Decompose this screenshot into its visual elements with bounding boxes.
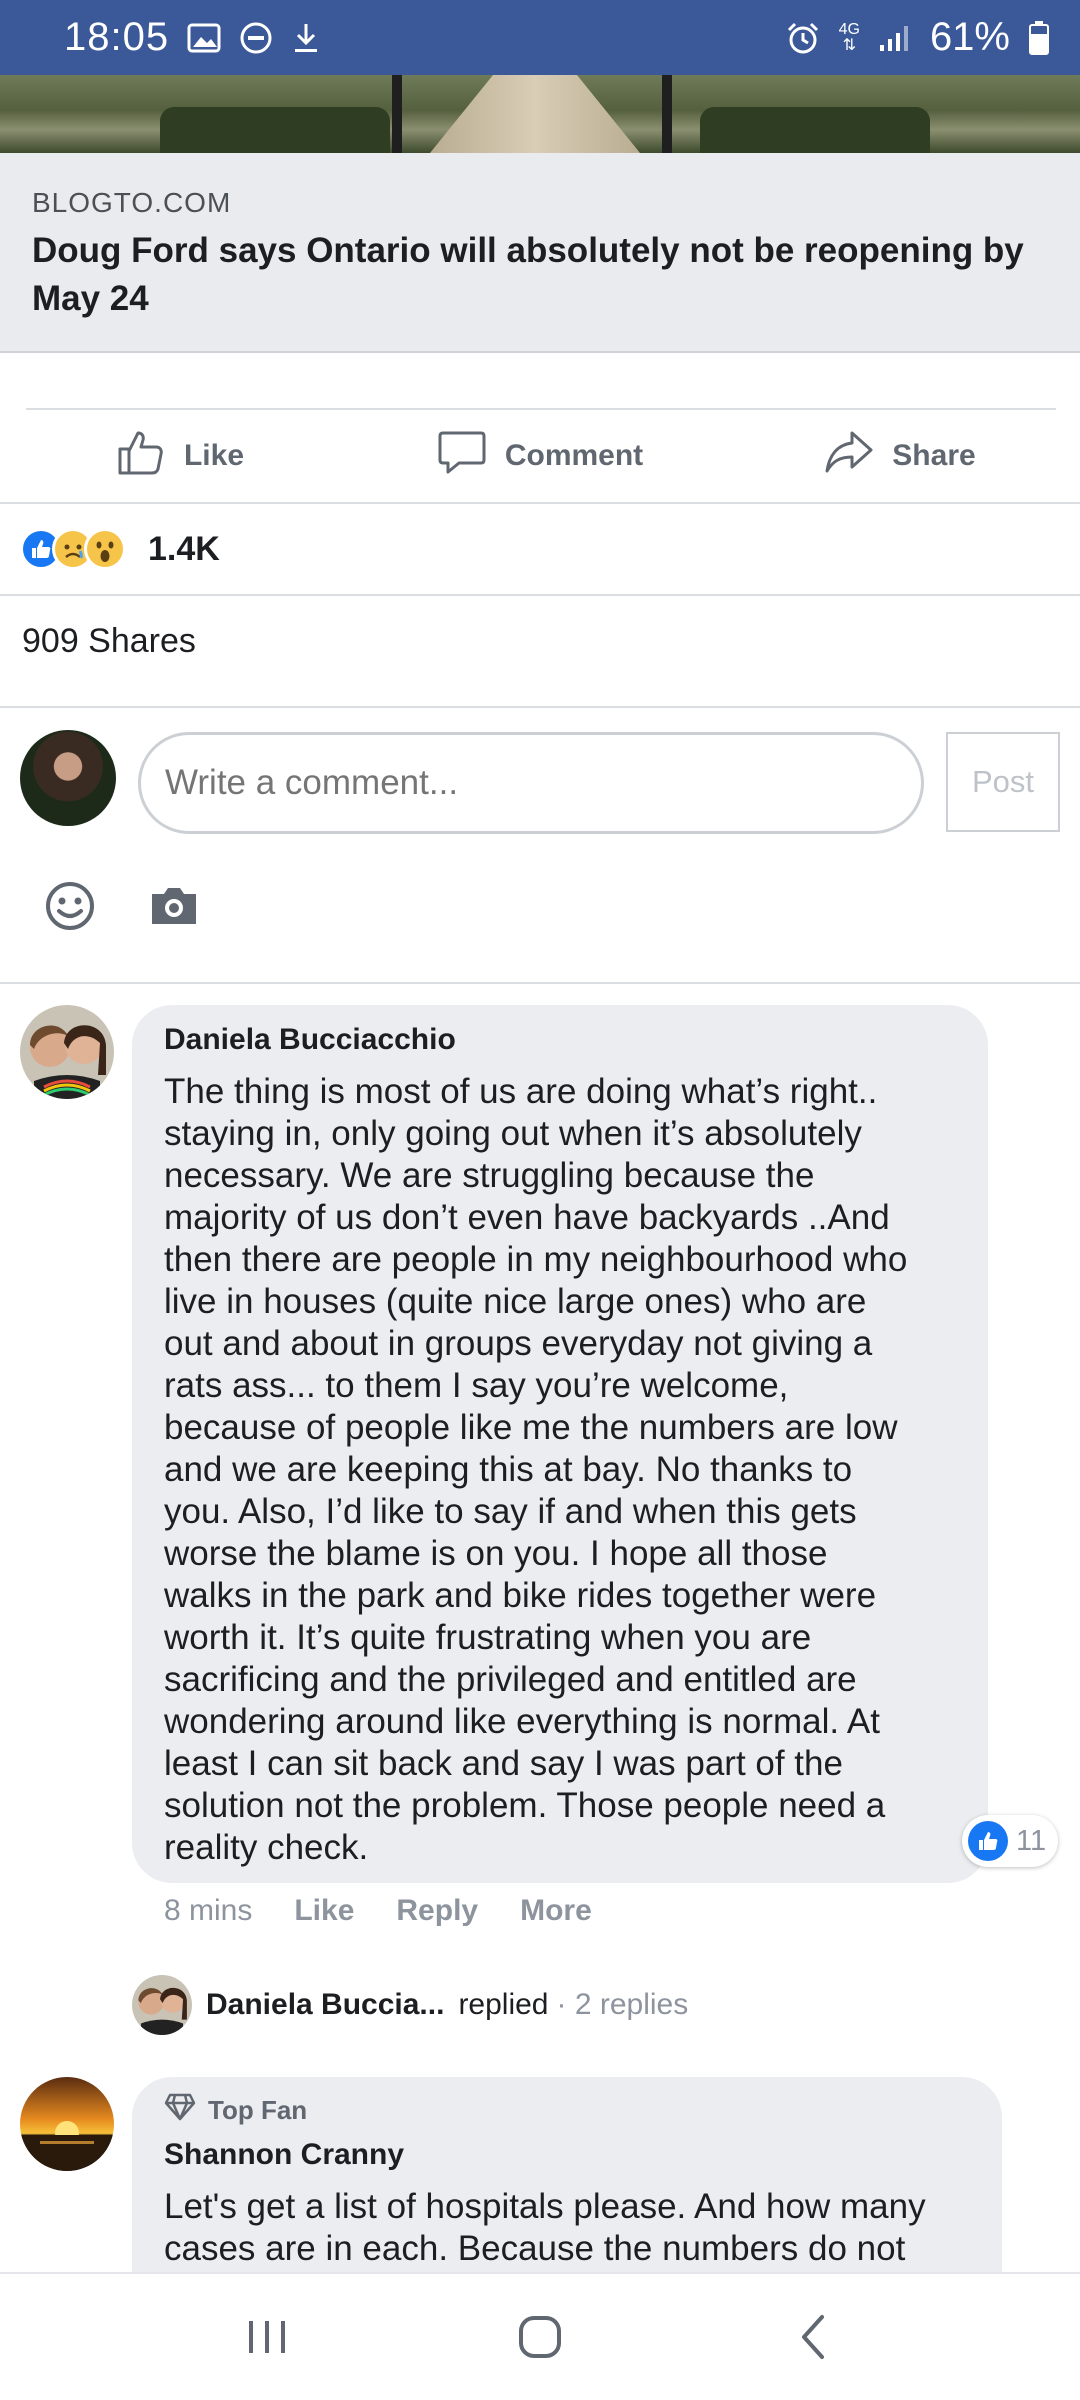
comment-line: solution not the problem. Those people n… — [164, 1786, 886, 1825]
do-not-disturb-icon — [239, 21, 273, 55]
comment-line: you. Also, I’d like to say if and when t… — [164, 1492, 857, 1531]
comment-like-count: 11 — [1016, 1824, 1047, 1857]
battery-percent: 61% — [929, 15, 1010, 59]
comment-more-button[interactable]: More — [520, 1894, 592, 1928]
comment-line: majority of us don’t even have backyards… — [164, 1198, 890, 1237]
hedge-shape — [160, 107, 390, 153]
comment-line: then there are people in my neighbourhoo… — [164, 1240, 908, 1279]
reaction-count: 1.4K — [148, 529, 220, 568]
download-icon — [291, 21, 321, 55]
comment-line: worse the blame is on you. I hope all th… — [164, 1534, 828, 1573]
view-replies[interactable]: Daniela Buccia... replied · 2 replies — [132, 1975, 688, 2035]
comment-line: and we are keeping this at bay. No thank… — [164, 1450, 853, 1489]
comment-like-badge[interactable]: 11 — [962, 1815, 1059, 1867]
post-button[interactable]: Post — [946, 732, 1060, 832]
comment-author[interactable]: Daniela Bucciacchio — [164, 1023, 958, 1057]
share-button[interactable]: Share — [720, 410, 1080, 502]
like-button[interactable]: Like — [0, 410, 360, 502]
like-icon — [968, 1821, 1008, 1861]
comment-line: live in houses (quite nice large ones) w… — [164, 1282, 867, 1321]
comment-label: Comment — [504, 439, 644, 472]
like-label: Like — [183, 439, 245, 472]
current-user-avatar[interactable] — [20, 730, 116, 826]
back-button[interactable] — [773, 2297, 853, 2377]
status-right: 4G ⇅ 61% — [785, 15, 1050, 60]
comment-line: out and about in groups everyday not giv… — [164, 1324, 873, 1363]
comment-line: rats ass... to them I say you’re welcome… — [164, 1366, 789, 1405]
link-preview[interactable]: BLOGTO.COM Doug Ford says Ontario will a… — [0, 153, 1080, 353]
status-time: 18:05 — [64, 15, 170, 59]
wow-icon — [84, 528, 126, 570]
gallery-icon — [187, 23, 221, 53]
comment-line: worth it. It’s quite frustrating when yo… — [164, 1618, 812, 1657]
comment-text: Let's get a list of hospitals please. An… — [164, 2186, 972, 2270]
reactions-summary[interactable]: 1.4K — [20, 504, 220, 594]
status-bar: 18:05 4G ⇅ 61% — [0, 0, 1080, 75]
comment-author[interactable]: Shannon Cranny — [164, 2138, 972, 2172]
walkway-shape — [430, 75, 640, 153]
comment-line: cases are in each. Because the numbers d… — [164, 2229, 906, 2268]
lamp-post-shape — [662, 75, 672, 153]
divider — [0, 982, 1080, 984]
comment-like-button[interactable]: Like — [294, 1894, 354, 1928]
share-label: Share — [892, 439, 976, 472]
commenter-avatar[interactable] — [20, 2077, 114, 2171]
hedge-shape — [700, 107, 930, 153]
signal-icon — [878, 23, 912, 53]
top-fan-badge: Top Fan — [164, 2093, 972, 2128]
reply-avatar — [132, 1975, 192, 2035]
comment-line: Let's get a list of hospitals please. An… — [164, 2187, 926, 2226]
comment-line: wondering around like everything is norm… — [164, 1702, 880, 1741]
comment-reply-button[interactable]: Reply — [396, 1894, 478, 1928]
camera-icon[interactable] — [146, 878, 202, 934]
reply-count: · 2 replies — [556, 1988, 689, 2021]
divider — [0, 706, 1080, 708]
status-left: 18:05 — [64, 15, 321, 60]
top-fan-label: Top Fan — [208, 2095, 308, 2125]
network-type-label: 4G — [838, 20, 860, 38]
shares-count[interactable]: 909 Shares — [22, 596, 196, 686]
emoji-icon[interactable] — [42, 878, 98, 934]
comment-line: necessary. We are struggling because the — [164, 1156, 815, 1195]
comment-line: staying in, only going out when it’s abs… — [164, 1114, 862, 1153]
comment-line: least I can sit back and say I was part … — [164, 1744, 843, 1783]
comment-input[interactable] — [138, 732, 924, 834]
comment-line: because of people like me the numbers ar… — [164, 1408, 898, 1447]
alarm-icon — [785, 20, 821, 56]
comment-button[interactable]: Comment — [360, 410, 720, 502]
share-arrow-icon — [824, 427, 874, 485]
network-type-icon: 4G ⇅ — [838, 20, 860, 54]
comment-line: The thing is most of us are doing what’s… — [164, 1072, 878, 1111]
system-nav-bar — [0, 2272, 1080, 2400]
diamond-icon — [164, 2093, 196, 2128]
reply-verb: replied — [458, 1988, 549, 2021]
lamp-post-shape — [392, 75, 402, 153]
comment-bubble-icon — [437, 427, 487, 485]
data-arrows-icon: ⇅ — [842, 36, 856, 54]
comment-line: sacrificing and the privileged and entit… — [164, 1660, 857, 1699]
battery-icon — [1028, 20, 1050, 56]
thumbs-up-icon — [116, 427, 166, 485]
commenter-avatar[interactable] — [20, 1005, 114, 1099]
comment-bubble[interactable]: Daniela Bucciacchio The thing is most of… — [132, 1005, 988, 1883]
comment-line: walks in the park and bike rides togethe… — [164, 1576, 877, 1615]
comment-text: The thing is most of us are doing what’s… — [164, 1071, 958, 1869]
article-image[interactable] — [0, 75, 1080, 153]
recent-apps-button[interactable] — [227, 2297, 307, 2377]
post-action-row: Like Comment Share — [0, 410, 1080, 502]
link-domain: BLOGTO.COM — [32, 187, 232, 218]
link-title: Doug Ford says Ontario will absolutely n… — [32, 231, 1024, 318]
comment-meta: 8 mins Like Reply More — [164, 1894, 592, 1928]
home-button[interactable] — [500, 2297, 580, 2377]
reply-author: Daniela Buccia... — [206, 1988, 445, 2021]
comment-line: reality check. — [164, 1828, 369, 1867]
comment-time: 8 mins — [164, 1894, 253, 1927]
